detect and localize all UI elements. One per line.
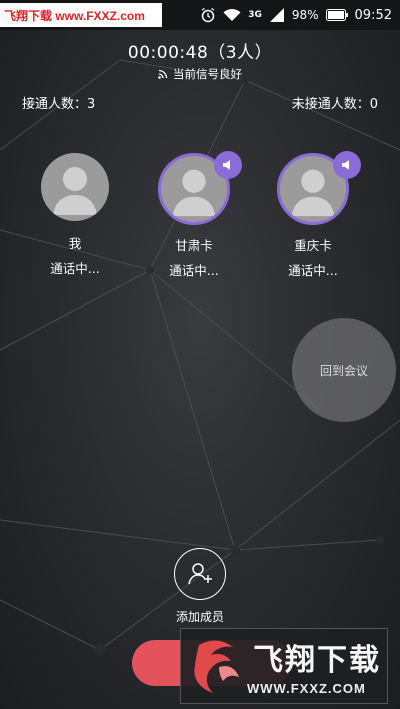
watermark-logo-icon [194, 640, 239, 693]
back-to-meeting-label: 回到会议 [319, 363, 368, 378]
battery-icon [325, 9, 348, 21]
member-name: 甘肃卡 [175, 238, 213, 253]
signal-status: 当前信号良好 [0, 66, 400, 82]
member-status: 通话中... [288, 263, 338, 278]
member-status: 通话中... [169, 263, 219, 278]
status-bar: 飞翔下载 www.FXXZ.com 3G 98% 09:52 [0, 0, 400, 30]
participant-counts: 接通人数：3 未接通人数：0 [22, 93, 378, 112]
member-me[interactable]: 我 通话中... [20, 153, 130, 277]
signal-text: 当前信号良好 [173, 67, 242, 81]
battery-percent: 98% [291, 8, 319, 22]
connected-count: 接通人数：3 [22, 97, 96, 112]
signal-icon [158, 69, 168, 79]
bottom-watermark: 飞翔下载 WWW.FXXZ.COM [180, 628, 388, 704]
add-user-icon [174, 548, 226, 600]
watermark-title: 飞翔下载 [253, 643, 381, 678]
top-watermark: 飞翔下载 www.FXXZ.com [0, 3, 162, 27]
member-name: 重庆卡 [294, 238, 332, 253]
alarm-icon [200, 7, 216, 23]
back-to-meeting-button[interactable]: 回到会议 [292, 318, 396, 422]
clock-time: 09:52 [354, 7, 392, 23]
member-name: 我 [68, 236, 82, 251]
avatar [41, 153, 109, 221]
status-icons: 3G 98% 09:52 [200, 0, 392, 30]
add-member-button[interactable]: 添加成员 [160, 548, 240, 625]
add-member-label: 添加成员 [175, 610, 224, 624]
cell-signal-icon [269, 8, 285, 22]
member-status: 通话中... [50, 261, 100, 276]
wifi-icon [223, 8, 241, 22]
member-chongqing[interactable]: 重庆卡 通话中... [258, 151, 368, 279]
call-timer: 00:00:48（3人） [127, 43, 273, 63]
member-gansu[interactable]: 甘肃卡 通话中... [139, 151, 249, 279]
speaker-icon [333, 151, 361, 179]
network-type-label: 3G [248, 10, 262, 20]
speaker-icon [214, 151, 242, 179]
unconnected-count: 未接通人数：0 [291, 97, 378, 112]
call-header: 00:00:48（3人） 当前信号良好 [0, 38, 400, 82]
watermark-url: WWW.FXXZ.COM [247, 681, 366, 696]
